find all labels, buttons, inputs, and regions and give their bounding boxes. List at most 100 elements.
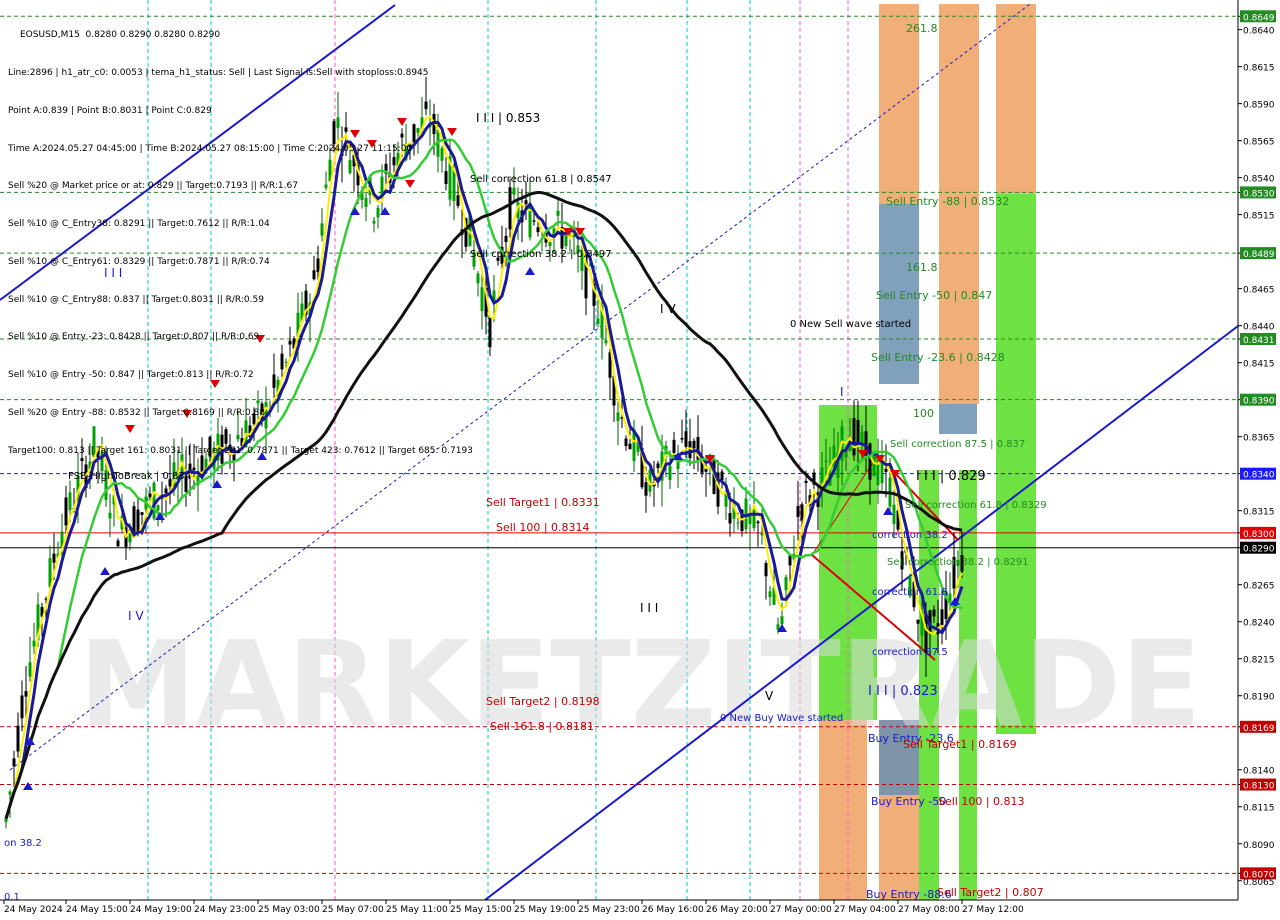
y-tick-label: 0.8540 [1243, 175, 1275, 185]
candle-body [744, 498, 748, 530]
candle-body [656, 463, 660, 469]
y-tick-label: 0.8431 [1243, 336, 1275, 346]
candle-body [504, 235, 508, 243]
y-tick-label: 0.8090 [1243, 841, 1275, 851]
y-tick-label: 0.8365 [1243, 434, 1275, 444]
info-line: Point A:0.839 | Point B:0.8031 | Point C… [8, 105, 212, 116]
x-tick-label: 25 May 11:00 [386, 905, 448, 915]
candle-body [12, 758, 16, 767]
annotation-label: Sell 100 | 0.8314 [496, 521, 590, 534]
y-tick-label: 0.8565 [1243, 138, 1275, 148]
y-tick-label: 0.8640 [1243, 27, 1275, 37]
y-tick-label: 0.8065 [1243, 878, 1275, 888]
target-zone [939, 404, 977, 434]
y-tick-label: 0.8489 [1243, 250, 1275, 260]
y-tick-label: 0.8315 [1243, 508, 1275, 518]
x-axis-panel [0, 900, 1280, 920]
candle-body [52, 553, 56, 563]
candle-body [508, 187, 512, 230]
y-tick-label: 0.8590 [1243, 101, 1275, 111]
candle-body [512, 187, 516, 195]
annotation-label: 261.8 [906, 22, 938, 35]
candle-body [804, 480, 808, 484]
annotation-label: Sell Target1 | 0.8331 [486, 496, 600, 509]
y-tick-label: 0.8265 [1243, 582, 1275, 592]
annotation-label: V [765, 689, 774, 703]
y-tick-label: 0.8340 [1243, 471, 1275, 481]
candle-body [8, 791, 12, 795]
info-line: Line:2896 | h1_atr_c0: 0.0053 | tema_h1_… [8, 67, 429, 78]
candle-body [548, 242, 552, 247]
y-tick-label: 0.8290 [1243, 545, 1275, 555]
y-tick-label: 0.8649 [1243, 13, 1275, 23]
info-line: Time A:2024.05.27 04:45:00 | Time B:2024… [8, 143, 413, 154]
annotation-label: Sell Target2 | 0.807 [937, 886, 1044, 899]
candle-body [780, 616, 784, 625]
candle-body [148, 493, 152, 498]
candle-body [820, 467, 824, 483]
y-tick-label: 0.8440 [1243, 323, 1275, 333]
annotation-label: 0 New Buy Wave started [720, 713, 843, 724]
annotation-label: Sell Entry -50 | 0.847 [876, 289, 992, 302]
candle-body [556, 210, 560, 216]
annotation-label: 0 New Sell wave started [790, 319, 911, 330]
candle-body [152, 482, 156, 519]
candle-body [32, 640, 36, 647]
y-tick-label: 0.8390 [1243, 397, 1275, 407]
candle-body [720, 471, 724, 481]
info-line: Sell %10 @ C_Entry38: 0.8291 || Target:0… [8, 219, 270, 230]
annotation-label: I V [128, 609, 144, 623]
candle-body [616, 412, 620, 421]
annotation-label: I I I [640, 601, 658, 615]
x-tick-label: 24 May 19:00 [130, 905, 192, 915]
annotation-label: Sell correction 38.2 | 0.8291 [887, 557, 1029, 568]
annotation-label: I [840, 385, 844, 399]
watermark: MARKETZITRADE [79, 615, 1202, 753]
candle-body [536, 227, 540, 233]
x-tick-label: 27 May 12:00 [962, 905, 1024, 915]
x-tick-label: 24 May 2024 [4, 905, 63, 915]
candle-body [20, 695, 24, 719]
x-tick-label: 26 May 20:00 [706, 905, 768, 915]
info-line: Sell %10 @ C_Entry88: 0.837 || Target:0.… [8, 294, 264, 305]
y-tick-label: 0.8465 [1243, 286, 1275, 296]
candle-body [68, 492, 72, 511]
candle-body [604, 340, 608, 344]
info-line: Sell %10 @ Entry -50: 0.847 || Target:0.… [8, 370, 254, 381]
y-tick-label: 0.8530 [1243, 189, 1275, 199]
x-tick-label: 27 May 08:00 [898, 905, 960, 915]
candle-body [164, 488, 168, 494]
candle-body [28, 662, 32, 677]
candle-body [116, 540, 120, 547]
candle-body [644, 482, 648, 496]
y-tick-label: 0.8190 [1243, 693, 1275, 703]
candle-body [760, 533, 764, 536]
annotation-label: correction 87.5 [872, 647, 948, 658]
info-line: Sell %20 @ Market price or at: 0.829 || … [8, 181, 298, 192]
annotation-label: Sell Target1 | 0.8169 [903, 738, 1017, 751]
indicator-info-panel: EOSUSD,M15 0.8280 0.8290 0.8280 0.8290 L… [8, 4, 473, 470]
x-tick-label: 24 May 23:00 [194, 905, 256, 915]
candle-body [668, 465, 672, 480]
info-line: Target100: 0.813 || Target 161: 0.8031 |… [8, 445, 473, 456]
annotation-label: Sell Target2 | 0.8198 [486, 695, 600, 708]
annotation-label: correction 38.2 [872, 530, 948, 541]
candle-body [932, 609, 936, 617]
y-tick-label: 0.8115 [1243, 804, 1275, 814]
annotation-label: Buy Entry -50 [871, 795, 946, 808]
candle-body [764, 563, 768, 577]
x-tick-label: 25 May 07:00 [322, 905, 384, 915]
annotation-label: Sell 100 | 0.813 [938, 795, 1025, 808]
candle-body [596, 318, 600, 324]
candle-body [532, 220, 536, 222]
candle-body [892, 504, 896, 524]
x-tick-label: 25 May 03:00 [258, 905, 320, 915]
y-tick-label: 0.8215 [1243, 656, 1275, 666]
candle-body [884, 468, 888, 472]
x-tick-label: 26 May 16:00 [642, 905, 704, 915]
candle-body [784, 577, 788, 591]
annotation-label: Sell Entry -88 | 0.8532 [886, 195, 1009, 208]
info-line: Sell %10 @ C_Entry61: 0.8329 || Target:0… [8, 256, 270, 267]
candle-body [852, 418, 856, 456]
y-tick-label: 0.8515 [1243, 212, 1275, 222]
